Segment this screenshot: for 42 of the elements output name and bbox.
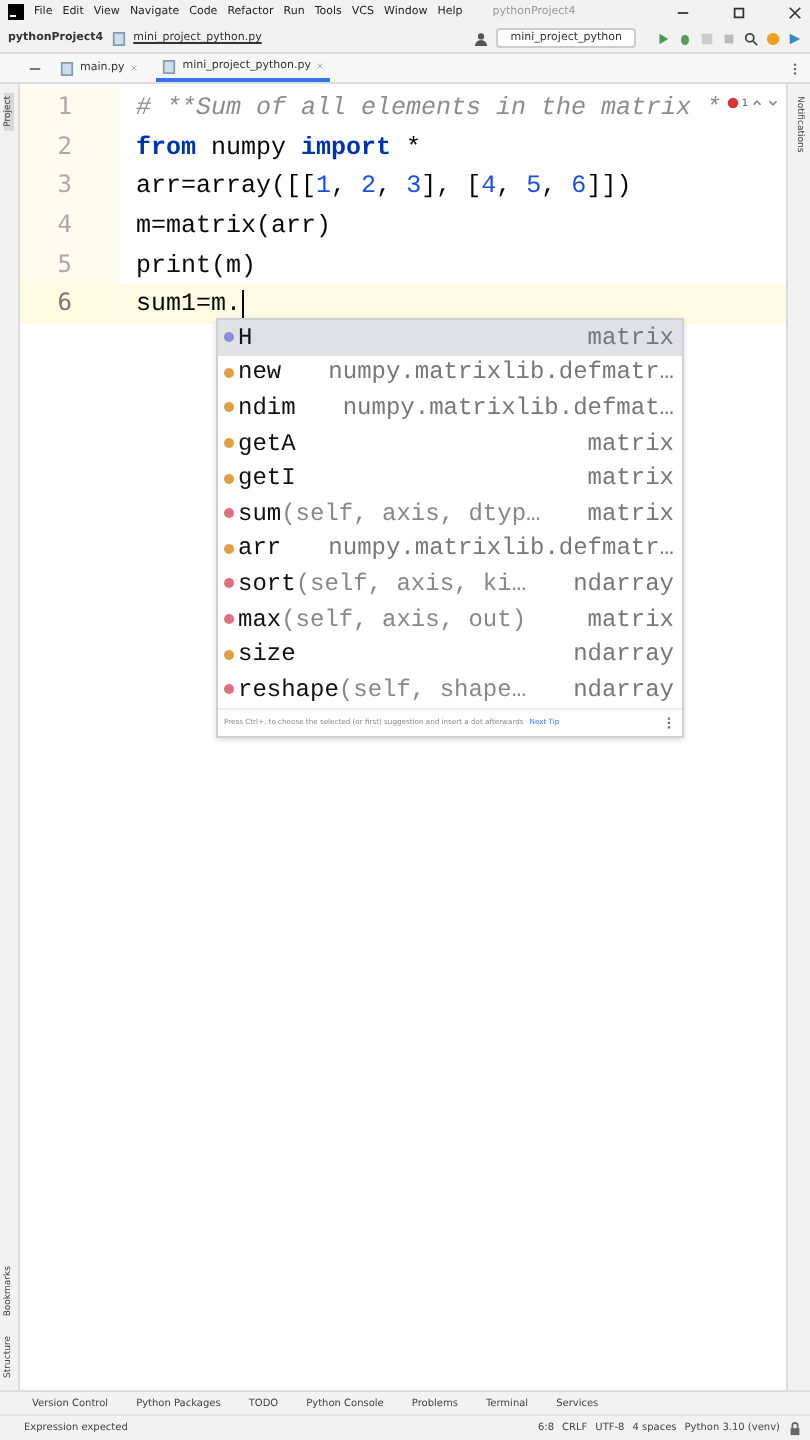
- close-icon[interactable]: [788, 5, 802, 19]
- more-icon[interactable]: [662, 715, 676, 730]
- completion-item[interactable]: arr numpy.matrixlib.defmatr…: [218, 531, 682, 567]
- more-icon[interactable]: [788, 61, 802, 75]
- maximize-icon[interactable]: [732, 5, 746, 19]
- file-icon: [162, 59, 177, 73]
- completion-item[interactable]: new numpy.matrixlib.defmatr…: [218, 355, 682, 391]
- chevron-down-icon[interactable]: [766, 96, 780, 110]
- completion-item[interactable]: reshape(self, shape… ndarray: [218, 671, 682, 708]
- update-icon[interactable]: [766, 31, 780, 45]
- bug-icon[interactable]: [678, 31, 692, 45]
- line-number: 4: [20, 206, 120, 246]
- completion-item[interactable]: ndim numpy.matrixlib.defmat…: [218, 390, 682, 426]
- line-number: 1: [20, 88, 120, 128]
- file-icon: [60, 61, 74, 75]
- lock-icon[interactable]: [788, 1421, 802, 1435]
- search-icon[interactable]: [744, 31, 758, 45]
- code-line: arr=array([[1, 2, 3], [4, 5, 6]]): [136, 172, 632, 201]
- completion-item[interactable]: max(self, axis, out) matrix: [218, 601, 682, 637]
- code-line: print(m): [136, 251, 257, 280]
- user-icon[interactable]: [474, 31, 489, 45]
- text-caret: [241, 289, 245, 320]
- completion-item[interactable]: sum(self, axis, dtyp… matrix: [218, 495, 682, 532]
- line-number: 6: [20, 284, 120, 325]
- error-icon: [725, 96, 740, 110]
- completion-item[interactable]: H matrix: [218, 320, 682, 356]
- code-line: from numpy import *: [136, 133, 422, 162]
- line-number: 2: [20, 127, 120, 167]
- app-logo-icon: [8, 4, 24, 20]
- run-icon[interactable]: [656, 31, 670, 45]
- completion-item[interactable]: size ndarray: [218, 636, 682, 672]
- code-line: # **Sum of all elements in the matrix *: [136, 93, 722, 122]
- code-line: sum1=m.: [136, 290, 242, 319]
- file-icon: [111, 31, 126, 45]
- completion-item[interactable]: getI matrix: [218, 460, 682, 496]
- line-number: 5: [20, 245, 120, 285]
- completion-item[interactable]: sort(self, axis, ki… ndarray: [218, 566, 682, 602]
- plugin-icon[interactable]: [788, 31, 802, 45]
- code-line: m=matrix(arr): [136, 211, 332, 240]
- completion-item[interactable]: getA matrix: [218, 425, 682, 461]
- chevron-up-icon[interactable]: [750, 96, 764, 110]
- line-number: 3: [20, 166, 120, 207]
